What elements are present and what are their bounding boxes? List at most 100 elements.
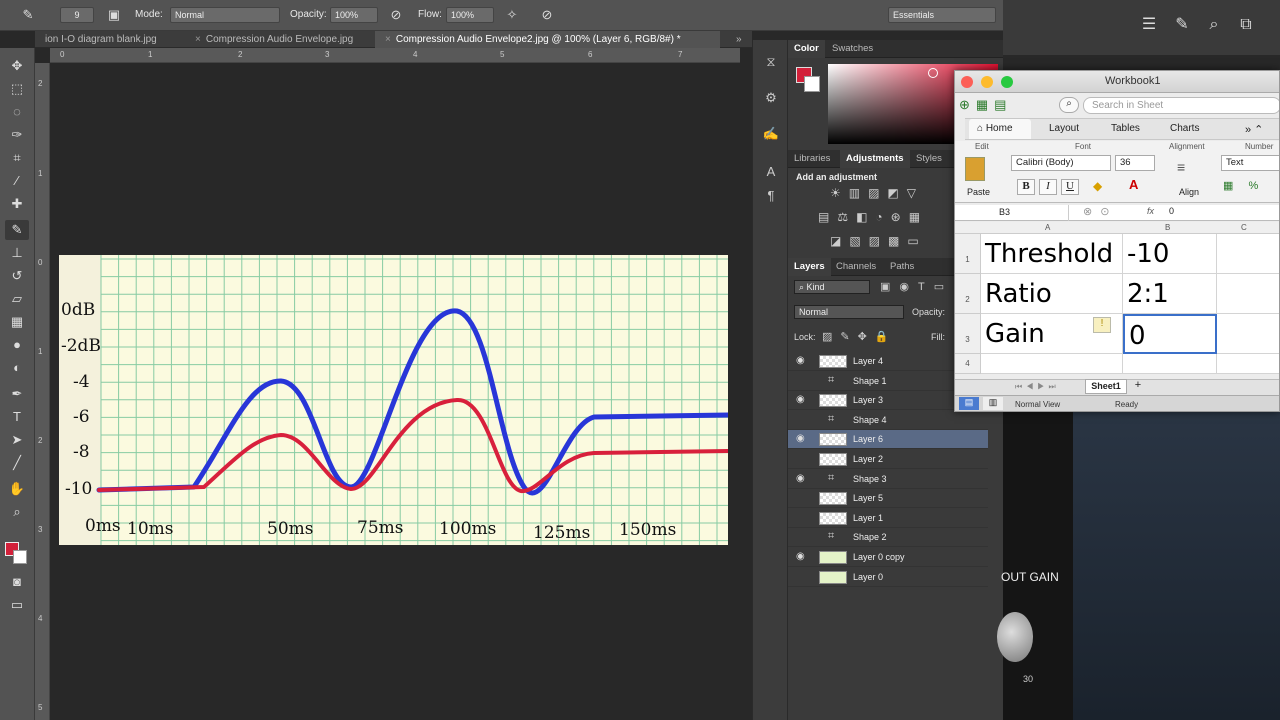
layer-kind-filter[interactable]: ⌕ Kind — [794, 280, 870, 294]
number-format-icons[interactable]: ▦ % — [1223, 179, 1264, 192]
tab-swatches[interactable]: Swatches — [826, 40, 879, 58]
sheet-tab-sheet1[interactable]: Sheet1 — [1085, 379, 1127, 394]
workspace-select[interactable]: Essentials — [888, 7, 996, 23]
visibility-eye-icon[interactable]: ◉ — [796, 433, 808, 444]
paragraph-icon[interactable]: ¶ — [761, 186, 781, 206]
envelope-diagram-image[interactable]: 0dB -2dB -4 -6 -8 -10 0ms 10ms 50ms 75ms… — [59, 255, 728, 545]
ribbon-overflow-icon[interactable]: » ⌃ — [1245, 123, 1263, 136]
sheet-nav-arrows[interactable]: ⏮◀▶⏭ — [1015, 382, 1060, 392]
airbrush-icon[interactable]: ✧ — [502, 5, 522, 25]
layer-row[interactable]: ◉ ⌗ Shape 3 — [788, 470, 988, 489]
ribbon-tab-home[interactable]: ⌂ Home — [969, 119, 1031, 139]
layer-name[interactable]: Layer 3 — [853, 395, 883, 405]
fill-color-icon[interactable]: ◆ — [1093, 179, 1102, 193]
cell-a2[interactable]: Ratio — [981, 274, 1123, 314]
layer-name[interactable]: Layer 6 — [853, 434, 883, 444]
list-icon[interactable]: ☰ — [1138, 14, 1160, 36]
layer-row[interactable]: ⌗ Shape 4 — [788, 411, 988, 430]
cell-c3[interactable] — [1217, 314, 1279, 354]
tab-paths[interactable]: Paths — [884, 258, 920, 276]
tab-color[interactable]: Color — [788, 40, 825, 58]
history-brush-tool-icon[interactable]: ↺ — [5, 266, 29, 286]
font-size-select[interactable]: 36 — [1115, 155, 1155, 171]
marquee-tool-icon[interactable]: ⬚ — [5, 79, 29, 99]
pen-tool-icon[interactable]: ✒ — [5, 384, 29, 404]
layer-name[interactable]: Shape 2 — [853, 532, 887, 542]
layer-name[interactable]: Shape 4 — [853, 415, 887, 425]
tab-compression-envelope[interactable]: × Compression Audio Envelope.jpg — [185, 31, 375, 48]
layer-row[interactable]: ◉ Layer 0 copy — [788, 548, 988, 567]
adjustment-icons-row2[interactable]: ▤⚖◧◔⊛▦ — [818, 210, 928, 224]
mode-select[interactable]: Normal — [170, 7, 280, 23]
layer-name[interactable]: Layer 1 — [853, 513, 883, 523]
row-header[interactable]: 1 — [955, 234, 981, 274]
close-window-button[interactable] — [961, 76, 973, 88]
paste-label[interactable]: Paste — [967, 187, 990, 197]
bold-button[interactable]: B — [1017, 179, 1035, 195]
visibility-eye-icon[interactable]: ◉ — [796, 394, 808, 405]
hand-tool-icon[interactable]: ✋ — [5, 479, 29, 499]
visibility-eye-icon[interactable]: ◉ — [796, 355, 808, 366]
blend-mode-select[interactable]: Normal — [794, 305, 904, 319]
layer-name[interactable]: Layer 4 — [853, 356, 883, 366]
opacity-field[interactable]: 100% — [330, 7, 378, 23]
edit-icon[interactable]: ✎ — [1171, 14, 1193, 36]
excel-toolbar-icons[interactable]: ⊕▦▤ — [959, 97, 1012, 113]
adjustment-icons-row1[interactable]: ☀▥▨◩▽ — [830, 186, 924, 200]
column-header-b[interactable]: B — [1165, 223, 1170, 232]
cell-b3-selected[interactable]: 0 — [1123, 314, 1217, 354]
tab-libraries[interactable]: Libraries — [788, 150, 836, 168]
column-header-a[interactable]: A — [1045, 223, 1050, 232]
lasso-tool-icon[interactable]: ◌ — [5, 102, 29, 122]
brush-icon[interactable]: ✎ — [18, 5, 38, 25]
close-icon[interactable]: × — [195, 34, 201, 45]
gradient-tool-icon[interactable]: ▦ — [5, 312, 29, 332]
italic-button[interactable]: I — [1039, 179, 1057, 195]
crop-tool-icon[interactable]: ⌗ — [5, 148, 29, 168]
cell-b4[interactable] — [1123, 354, 1217, 374]
visibility-eye-icon[interactable]: ◉ — [796, 473, 808, 484]
formula-value[interactable]: 0 — [1169, 206, 1174, 216]
layer-row[interactable]: Layer 2 — [788, 450, 988, 469]
close-icon[interactable]: × — [385, 34, 391, 45]
layer-name[interactable]: Layer 0 — [853, 572, 883, 582]
layer-name[interactable]: Shape 1 — [853, 376, 887, 386]
search-in-sheet-field[interactable]: Search in Sheet — [1083, 97, 1279, 114]
normal-view-button[interactable]: ▤ — [959, 397, 979, 410]
row-header[interactable]: 4 — [955, 354, 981, 374]
eraser-tool-icon[interactable]: ▱ — [5, 289, 29, 309]
layer-row[interactable]: Layer 5 — [788, 489, 988, 509]
eyedropper-tool-icon[interactable]: ⁄ — [5, 171, 29, 191]
visibility-eye-icon[interactable]: ◉ — [796, 551, 808, 562]
layer-row[interactable]: Layer 0 — [788, 568, 988, 587]
tab-styles[interactable]: Styles — [910, 150, 948, 168]
font-name-select[interactable]: Calibri (Body) — [1011, 155, 1111, 171]
move-tool-icon[interactable]: ✥ — [5, 56, 29, 76]
search-icon[interactable]: ⌕ — [1203, 14, 1225, 36]
type-tool-icon[interactable]: T — [5, 407, 29, 427]
properties-icon[interactable]: ⚙ — [761, 88, 781, 108]
lock-icons[interactable]: ▨✎✥🔒 — [822, 330, 897, 343]
brush-tool-icon[interactable]: ✎ — [5, 220, 29, 240]
page-layout-view-button[interactable]: ▥ — [983, 397, 1003, 410]
minimize-window-button[interactable] — [981, 76, 993, 88]
line-tool-icon[interactable]: ╱ — [5, 453, 29, 473]
column-header-c[interactable]: C — [1241, 223, 1247, 232]
ribbon-tab-tables[interactable]: Tables — [1111, 123, 1140, 134]
cell-b1[interactable]: -10 — [1123, 234, 1217, 274]
color-picker-cursor[interactable] — [928, 68, 938, 78]
align-label[interactable]: Align — [1179, 187, 1199, 197]
copy-icon[interactable]: ⧉ — [1235, 14, 1257, 36]
dodge-tool-icon[interactable]: ◐ — [5, 358, 29, 378]
number-format-select[interactable]: Text — [1221, 155, 1279, 171]
row-header[interactable]: 3 — [955, 314, 981, 354]
align-icon[interactable]: ≡ — [1177, 159, 1185, 175]
history-icon[interactable]: ⧖ — [761, 52, 781, 72]
cell-c4[interactable] — [1217, 354, 1279, 374]
quick-mask-icon[interactable]: ◙ — [5, 572, 29, 592]
layer-row[interactable]: ◉ Layer 6 — [788, 430, 988, 450]
flow-field[interactable]: 100% — [446, 7, 494, 23]
add-sheet-button[interactable]: + — [1129, 379, 1147, 394]
row-header[interactable]: 2 — [955, 274, 981, 314]
formula-buttons[interactable]: ⊗⊙ — [1083, 205, 1117, 218]
